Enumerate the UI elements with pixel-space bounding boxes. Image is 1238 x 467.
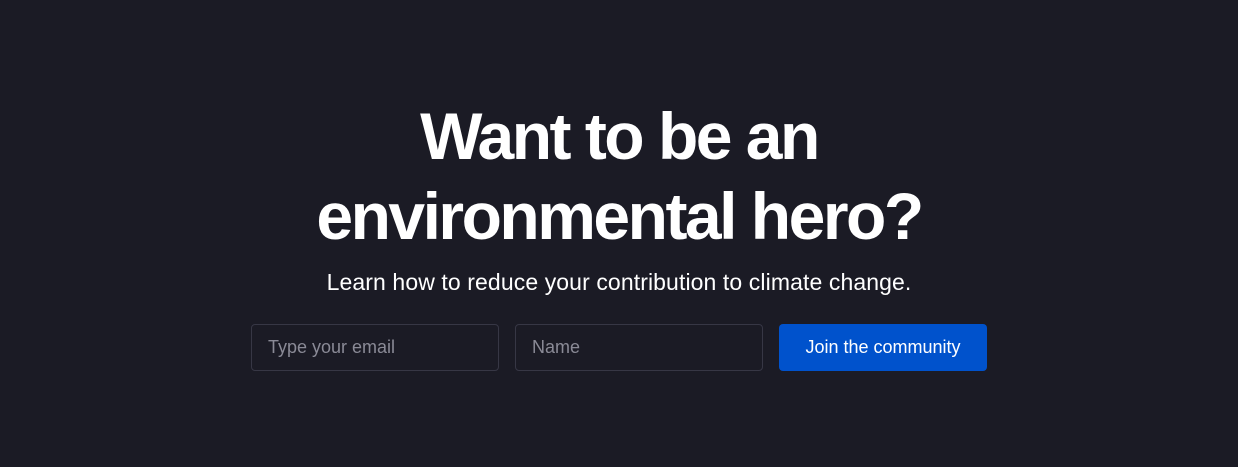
email-input[interactable] — [251, 324, 499, 371]
hero-section: Want to be an environmental hero? Learn … — [0, 0, 1238, 467]
signup-form: Join the community — [251, 324, 987, 371]
name-input[interactable] — [515, 324, 763, 371]
hero-headline: Want to be an environmental hero? — [0, 96, 1238, 256]
hero-subtitle: Learn how to reduce your contribution to… — [326, 269, 912, 295]
hero-headline-line-2: environmental hero? — [316, 179, 924, 253]
join-community-button[interactable]: Join the community — [779, 324, 987, 371]
hero-headline-line-1: Want to be an — [420, 99, 820, 173]
